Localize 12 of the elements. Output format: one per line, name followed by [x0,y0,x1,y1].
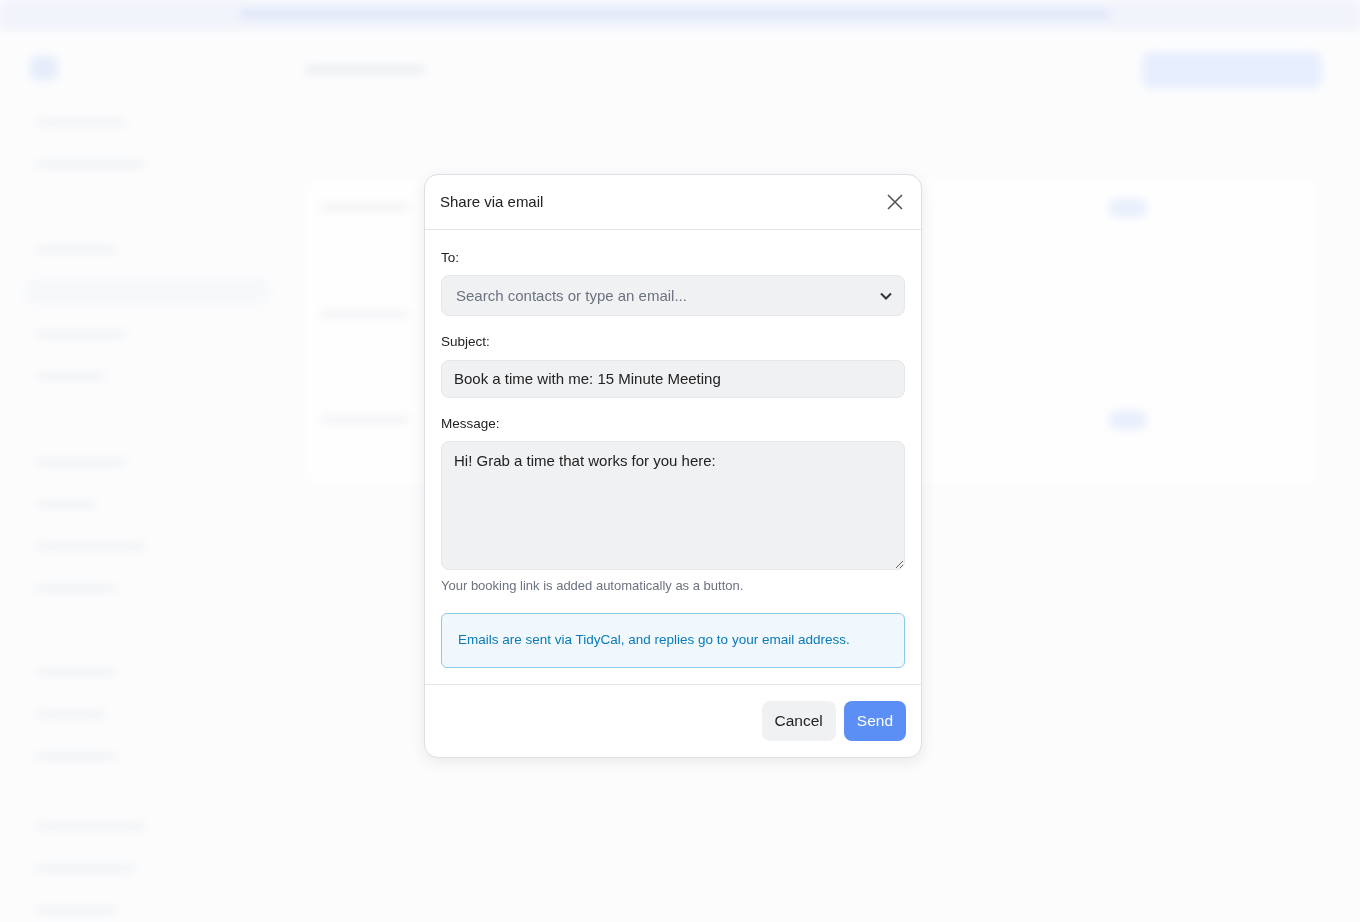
message-field[interactable]: Hi! Grab a time that works for you here: [441,440,905,570]
help-text: Your booking link is added automatically as a button. [441,576,745,595]
recipient-select[interactable]: Search contacts or type an email... [441,275,905,317]
chevron-down-icon [880,292,892,301]
cancel-button[interactable]: Cancel [761,700,836,741]
subject-field[interactable]: Book a time with me: 15 Minute Meeting [441,359,905,398]
dialog-title: Share via email [440,191,544,212]
field-label: Message: [441,414,501,433]
close-icon [886,193,904,211]
info-alert: Emails are sent via TidyCal, and replies go to your email address. [441,613,905,668]
field-label: Subject: [441,333,491,352]
field-label: To: [441,249,460,267]
